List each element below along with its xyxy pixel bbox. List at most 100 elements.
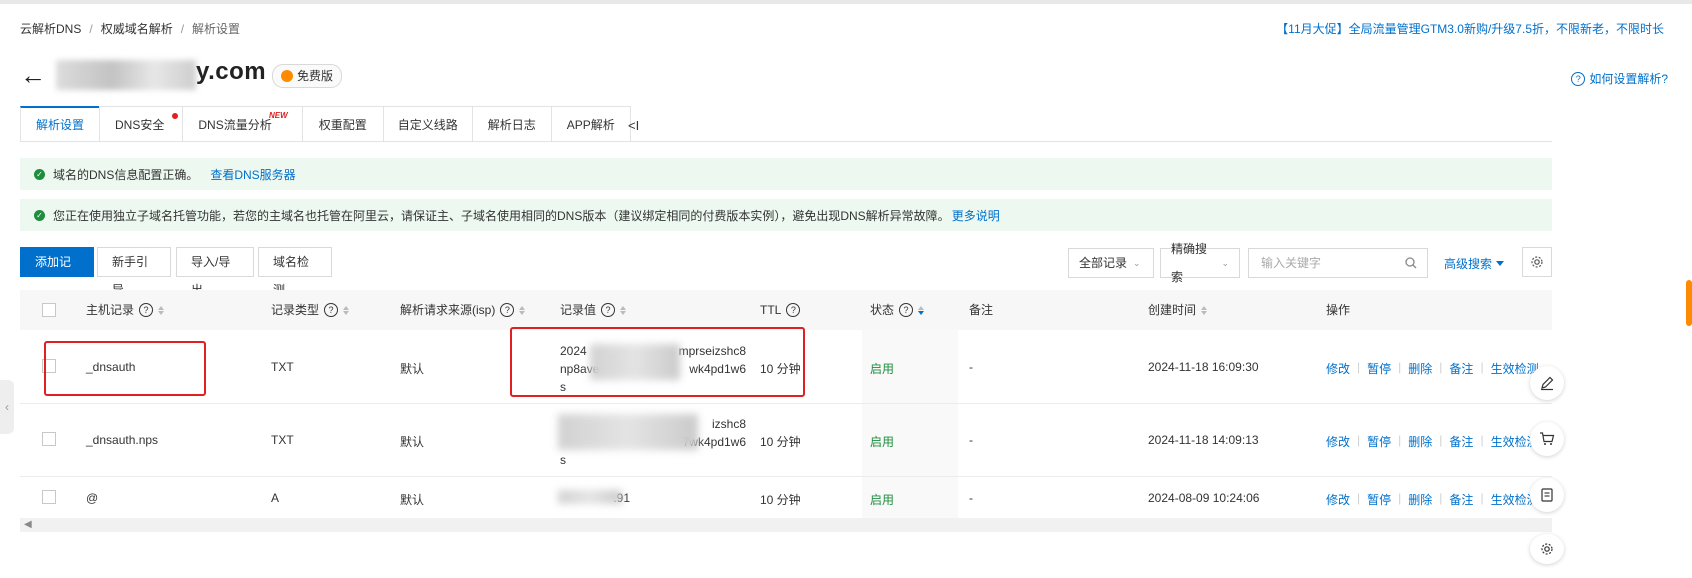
cell-created: 2024-11-18 14:09:13 <box>1148 433 1259 447</box>
remark-link[interactable]: 备注 <box>1449 360 1473 377</box>
col-label: 主机记录 <box>86 303 135 317</box>
pause-link[interactable]: 暂停 <box>1367 491 1391 508</box>
redacted-value <box>558 414 698 450</box>
cell-status: 启用 <box>870 493 895 507</box>
import-export-button[interactable]: 导入/导出 <box>176 247 254 297</box>
separator: | <box>1398 360 1402 374</box>
edit-link[interactable]: 修改 <box>1326 360 1350 377</box>
alert-text: 域名的DNS信息配置正确。 <box>53 167 199 182</box>
chevron-down-icon: ⌄ <box>1133 258 1141 268</box>
col-label: 创建时间 <box>1148 303 1197 317</box>
col-ttl[interactable]: TTL? <box>760 290 801 330</box>
row-checkbox[interactable] <box>42 432 56 446</box>
col-created[interactable]: 创建时间 <box>1148 290 1208 330</box>
pause-link[interactable]: 暂停 <box>1367 433 1391 450</box>
check-circle-icon: ✓ <box>34 209 45 221</box>
col-type[interactable]: 记录类型? <box>271 290 350 330</box>
side-panel-toggle[interactable]: ‹ <box>0 380 14 434</box>
row-actions: 修改 | 暂停 | 删除 | 备注 | 生效检测 <box>1326 360 1539 377</box>
search-input[interactable] <box>1259 255 1403 271</box>
tab-resolve-log[interactable]: 解析日志 <box>471 106 552 142</box>
cell-type: TXT <box>271 433 294 447</box>
col-status[interactable]: 状态? <box>870 290 925 330</box>
row-checkbox[interactable] <box>42 490 56 504</box>
tab-label: DNS流量分析 <box>198 118 272 132</box>
record-filter-select[interactable]: 全部记录 ⌄ <box>1068 248 1154 278</box>
sort-icon[interactable] <box>620 305 627 315</box>
cell-isp: 默认 <box>400 435 425 449</box>
tabs-collapse-icon[interactable]: <I <box>628 118 639 133</box>
tab-dns-traffic[interactable]: DNS流量分析 NEW <box>182 106 303 142</box>
tab-dns-security[interactable]: DNS安全 <box>99 106 184 142</box>
cell-status: 启用 <box>870 435 895 449</box>
edit-link[interactable]: 修改 <box>1326 433 1350 450</box>
tab-app-resolve[interactable]: APP解析 <box>550 106 631 142</box>
col-isp[interactable]: 解析请求来源(isp)? <box>400 290 526 330</box>
help-label: 如何设置解析? <box>1589 72 1668 86</box>
sort-icon[interactable] <box>343 305 350 315</box>
gear-icon <box>1531 256 1543 268</box>
tab-dns-settings[interactable]: 解析设置 <box>20 106 101 142</box>
edge-indicator <box>1686 280 1692 326</box>
view-dns-servers-link[interactable]: 查看DNS服务器 <box>210 166 295 183</box>
sort-icon[interactable] <box>918 305 925 315</box>
help-link[interactable]: ? 如何设置解析? <box>1571 70 1668 87</box>
edition-label: 免费版 <box>297 69 334 83</box>
checkbox[interactable] <box>42 303 56 317</box>
breadcrumb-item[interactable]: 权威域名解析 <box>101 20 173 38</box>
scroll-left-icon[interactable]: ◀ <box>24 519 32 530</box>
cell-remark: - <box>969 360 973 374</box>
sort-icon[interactable] <box>1201 305 1208 315</box>
value-part: izshc8 <box>711 417 746 431</box>
more-info-link[interactable]: 更多说明 <box>952 207 1000 224</box>
search-mode-select[interactable]: 精确搜索 ⌄ <box>1160 242 1240 284</box>
separator: | <box>1398 433 1402 447</box>
remark-link[interactable]: 备注 <box>1449 433 1473 450</box>
redacted-value <box>558 490 622 504</box>
breadcrumb-separator: / <box>89 22 93 36</box>
col-label: 状态 <box>870 303 895 317</box>
col-label: 备注 <box>969 303 994 317</box>
edition-badge: 免费版 <box>272 64 343 88</box>
sort-icon[interactable] <box>519 305 526 315</box>
breadcrumb-current: 解析设置 <box>192 22 241 36</box>
horizontal-scrollbar[interactable]: ◀ <box>20 518 1552 532</box>
tab-custom-lines[interactable]: 自定义线路 <box>382 106 473 142</box>
add-record-button[interactable]: 添加记录 <box>20 247 94 297</box>
back-arrow-icon[interactable]: ← <box>20 62 46 88</box>
floating-cart-button[interactable] <box>1530 422 1564 456</box>
shield-icon <box>281 70 293 82</box>
col-label: TTL <box>760 303 782 317</box>
separator: | <box>1357 491 1361 505</box>
tab-weight-config[interactable]: 权重配置 <box>301 106 384 142</box>
remark-link[interactable]: 备注 <box>1449 491 1473 508</box>
separator: | <box>1439 433 1443 447</box>
breadcrumb-item[interactable]: 云解析DNS <box>20 20 81 38</box>
search-icon[interactable] <box>1405 257 1417 269</box>
delete-link[interactable]: 删除 <box>1408 433 1432 450</box>
cell-remark: - <box>969 491 973 505</box>
pause-link[interactable]: 暂停 <box>1367 360 1391 377</box>
edit-link[interactable]: 修改 <box>1326 491 1350 508</box>
notification-dot <box>172 113 179 119</box>
floating-settings-button[interactable] <box>1530 534 1564 564</box>
col-value[interactable]: 记录值? <box>560 290 627 330</box>
promo-link[interactable]: 【11月大促】全局流量管理GTM3.0新购/升级7.5折，不限新老，不限时长 <box>1276 20 1664 38</box>
advanced-search-link[interactable]: 高级搜索 <box>1444 255 1505 272</box>
col-host[interactable]: 主机记录? <box>86 290 165 330</box>
cell-isp: 默认 <box>400 493 425 507</box>
guide-button[interactable]: 新手引导 <box>97 247 171 297</box>
domain-check-button[interactable]: 域名检测 <box>258 247 332 297</box>
floating-edit-button[interactable] <box>1530 366 1564 400</box>
delete-link[interactable]: 删除 <box>1408 360 1432 377</box>
floating-doc-button[interactable] <box>1530 478 1564 512</box>
select-all-checkbox[interactable] <box>42 290 56 330</box>
settings-button[interactable] <box>1522 247 1552 277</box>
separator: | <box>1439 491 1443 505</box>
sort-icon[interactable] <box>158 305 165 315</box>
delete-link[interactable]: 删除 <box>1408 491 1432 508</box>
col-label: 记录类型 <box>271 303 320 317</box>
search-box <box>1248 248 1428 278</box>
separator: | <box>1480 491 1484 505</box>
cell-created: 2024-11-18 16:09:30 <box>1148 360 1259 374</box>
